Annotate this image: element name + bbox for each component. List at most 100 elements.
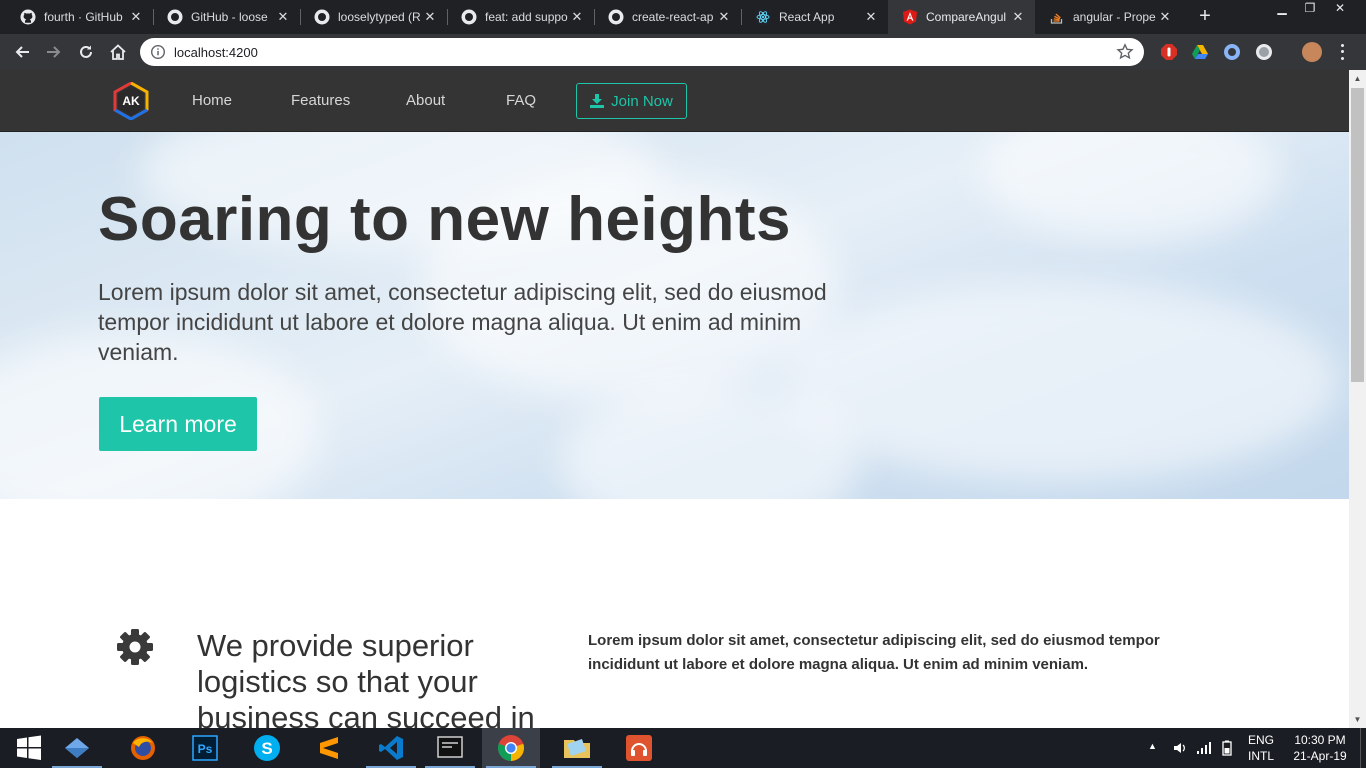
volume-icon[interactable] — [1172, 740, 1188, 780]
page-scrollbar[interactable]: ▲ ▼ — [1349, 70, 1366, 728]
browser-menu-icon[interactable] — [1334, 42, 1350, 62]
taskbar-console[interactable] — [421, 728, 479, 768]
taskbar-file-explorer[interactable] — [48, 728, 106, 768]
nav-link-features[interactable]: Features — [291, 92, 350, 109]
github-icon — [314, 9, 330, 25]
back-button[interactable] — [10, 40, 34, 64]
network-signal-icon[interactable] — [1196, 740, 1212, 780]
input-language-indicator[interactable]: ENG INTL — [1244, 732, 1278, 772]
sublime-text-icon — [320, 737, 338, 759]
bookmark-star-icon[interactable] — [1116, 43, 1134, 61]
join-now-button[interactable]: Join Now — [576, 83, 687, 119]
home-icon — [110, 44, 126, 60]
taskbar-firefox[interactable] — [114, 728, 172, 768]
profile-avatar[interactable] — [1302, 42, 1322, 62]
nav-link-about[interactable]: About — [406, 92, 445, 109]
scroll-down-icon[interactable]: ▼ — [1349, 711, 1366, 728]
scroll-up-icon[interactable]: ▲ — [1349, 70, 1366, 87]
browser-tab[interactable]: GitHub - loose ✕ — [153, 0, 300, 34]
address-bar[interactable]: localhost:4200 — [140, 38, 1144, 66]
hero-title: Soaring to new heights — [98, 185, 792, 254]
clock-date: 21-Apr-19 — [1293, 749, 1347, 763]
windows-logo-icon — [17, 735, 41, 760]
console-icon — [437, 736, 463, 758]
show-desktop-button[interactable] — [1360, 728, 1366, 768]
forward-button[interactable] — [42, 40, 66, 64]
close-icon[interactable]: ✕ — [717, 9, 731, 25]
browser-tab[interactable]: create-react-ap ✕ — [594, 0, 741, 34]
info-icon[interactable] — [150, 44, 166, 60]
hero-text: Lorem ipsum dolor sit amet, consectetur … — [98, 279, 827, 365]
photoshop-icon: Ps — [192, 735, 218, 761]
taskbar-folder[interactable] — [548, 728, 606, 768]
extension-grey-icon[interactable] — [1254, 42, 1274, 62]
home-button[interactable] — [106, 40, 130, 64]
tab-title: create-react-ap — [632, 10, 714, 24]
site-navbar: AK Home Features About FAQ Join Now — [0, 70, 1349, 132]
close-icon[interactable]: ✕ — [1158, 9, 1172, 25]
clock-time: 10:30 PM — [1294, 733, 1346, 747]
browser-tab[interactable]: fourth · GitHub ✕ — [6, 0, 153, 34]
github-icon — [608, 9, 624, 25]
adblock-extension-icon[interactable] — [1159, 42, 1179, 62]
url-text[interactable]: localhost:4200 — [174, 45, 258, 60]
reload-button[interactable] — [74, 40, 98, 64]
tab-title: looselytyped (R — [338, 10, 421, 24]
language-code: ENG — [1247, 733, 1274, 747]
feature-heading: We provide superior logistics so that yo… — [197, 628, 535, 728]
close-icon[interactable]: ✕ — [864, 9, 878, 25]
taskbar-chrome[interactable] — [482, 728, 540, 768]
nav-link-faq[interactable]: FAQ — [506, 92, 536, 109]
tab-title: feat: add suppo — [485, 10, 568, 24]
close-window-button[interactable]: ✕ — [1326, 0, 1354, 18]
new-tab-button[interactable]: + — [1193, 5, 1217, 29]
tab-title: React App — [779, 10, 835, 24]
taskbar-skype[interactable]: S — [238, 728, 296, 768]
clock[interactable]: 10:30 PM 21-Apr-19 — [1288, 732, 1352, 772]
taskbar-photoshop[interactable]: Ps — [176, 728, 234, 768]
taskbar-music-player[interactable] — [610, 728, 668, 768]
react-icon — [755, 9, 771, 25]
page-viewport: AK Home Features About FAQ Join Now Soar… — [0, 70, 1349, 728]
browser-tab-active[interactable]: CompareAngul ✕ — [888, 0, 1035, 34]
svg-text:S: S — [261, 739, 272, 758]
show-hidden-icons-button[interactable]: ▲ — [1148, 741, 1157, 781]
drive-extension-icon[interactable] — [1190, 42, 1210, 62]
close-icon[interactable]: ✕ — [129, 9, 143, 25]
browser-tab[interactable]: looselytyped (R ✕ — [300, 0, 447, 34]
tab-title: fourth · GitHub — [44, 10, 123, 24]
browser-tab[interactable]: angular - Prope ✕ — [1035, 0, 1182, 34]
back-arrow-icon — [15, 46, 29, 58]
taskbar-sublime-text[interactable] — [300, 728, 358, 768]
close-icon[interactable]: ✕ — [570, 9, 584, 25]
github-icon — [461, 9, 477, 25]
minimize-button[interactable]: ▁ — [1268, 0, 1296, 18]
keyboard-layout: INTL — [1247, 749, 1274, 763]
windows-taskbar: Ps S ▲ ENG INTL 10:30 PM 21-Apr-19 — [0, 728, 1366, 768]
vscode-icon — [379, 736, 403, 760]
download-icon — [590, 94, 605, 108]
github-icon — [167, 9, 183, 25]
browser-tab[interactable]: feat: add suppo ✕ — [447, 0, 594, 34]
browser-tab[interactable]: React App ✕ — [741, 0, 888, 34]
extension-circle-icon[interactable] — [1222, 42, 1242, 62]
logo-text: AK — [122, 94, 140, 108]
scroll-thumb[interactable] — [1351, 88, 1364, 382]
chrome-icon — [498, 735, 524, 761]
angular-icon — [902, 9, 918, 25]
svg-text:Ps: Ps — [198, 742, 213, 756]
feature-text: Lorem ipsum dolor sit amet, consectetur … — [588, 632, 1160, 673]
site-logo[interactable]: AK — [113, 82, 149, 120]
nav-link-home[interactable]: Home — [192, 92, 232, 109]
browser-toolbar: localhost:4200 — [0, 34, 1366, 70]
close-icon[interactable]: ✕ — [423, 9, 437, 25]
restore-button[interactable]: ❐ — [1296, 0, 1324, 18]
github-icon — [20, 9, 36, 25]
tab-title: angular - Prope — [1073, 10, 1156, 24]
taskbar-vscode[interactable] — [362, 728, 420, 768]
close-icon[interactable]: ✕ — [1011, 9, 1025, 25]
battery-icon[interactable] — [1220, 740, 1234, 780]
learn-more-button[interactable]: Learn more — [99, 397, 257, 451]
close-icon[interactable]: ✕ — [276, 9, 290, 25]
forward-arrow-icon — [47, 46, 61, 58]
